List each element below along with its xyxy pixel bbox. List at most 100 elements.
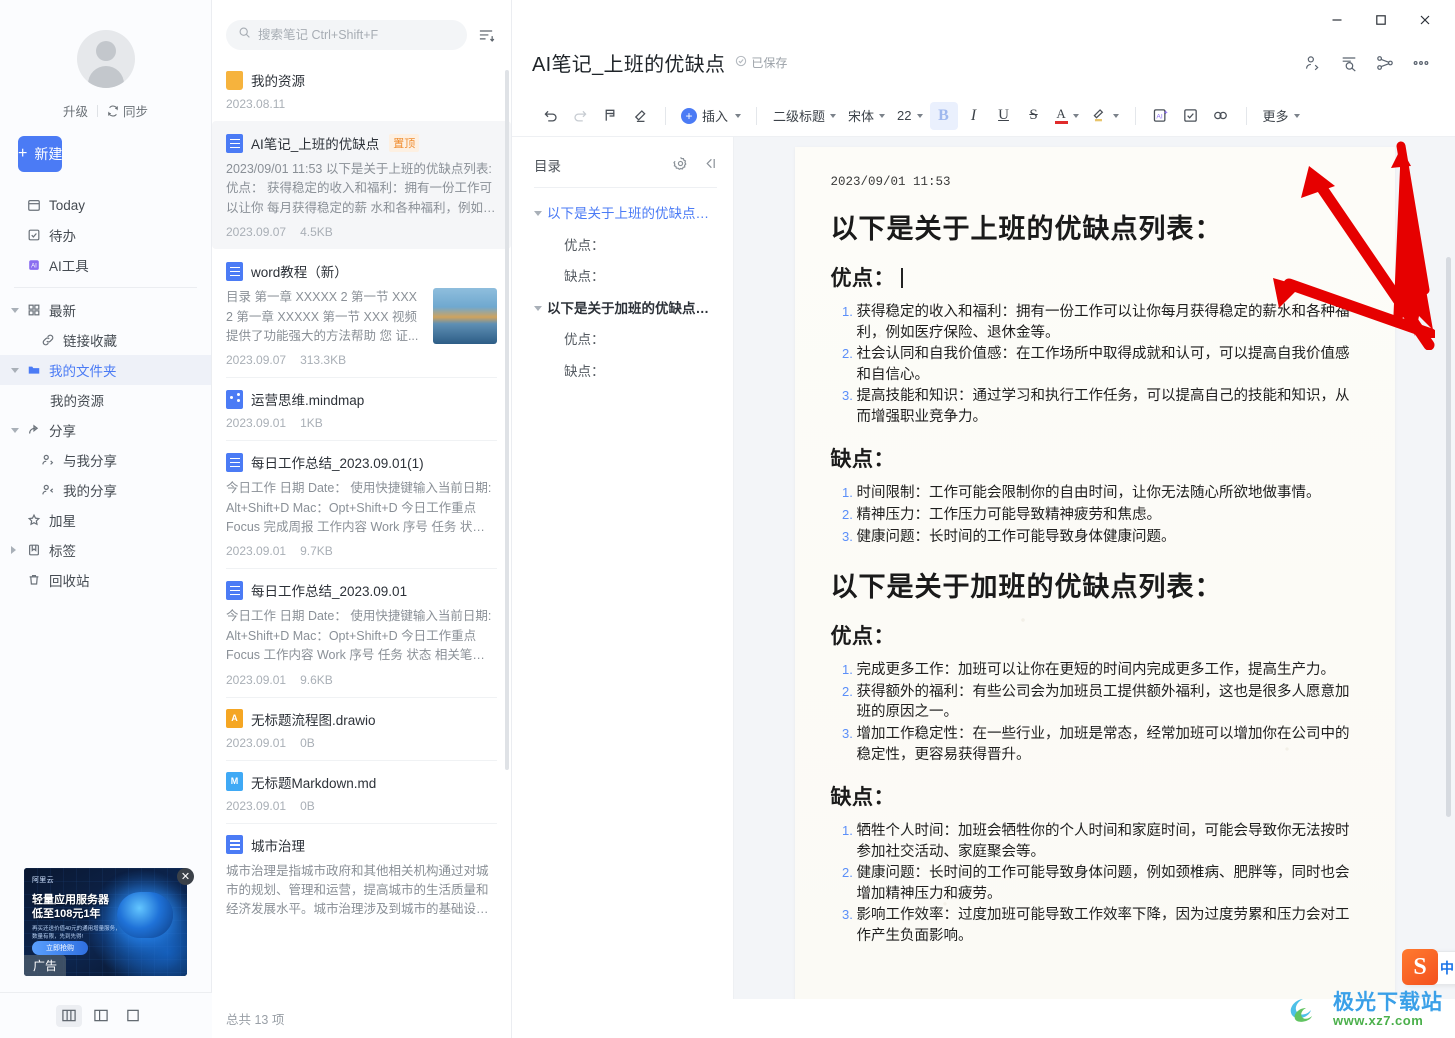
layout-single-pane-button[interactable]: [120, 1005, 146, 1027]
highlight-button[interactable]: [1086, 102, 1124, 130]
list-item[interactable]: 我的资源 2023.08.11: [212, 58, 511, 121]
layout-two-pane-button[interactable]: [88, 1005, 114, 1027]
chevron-down-icon[interactable]: [534, 211, 542, 216]
layout-toggle-bar: [0, 992, 212, 1038]
sidebar-item-ai-tools[interactable]: AI AI工具: [0, 250, 211, 280]
sidebar-item-my-folder[interactable]: 我的文件夹: [0, 355, 211, 385]
sidebar-item-share[interactable]: 分享: [0, 415, 211, 445]
find-in-doc-icon[interactable]: [1339, 53, 1359, 73]
sidebar-item-latest[interactable]: 最新: [0, 295, 211, 325]
sidebar-item-starred[interactable]: 加星: [0, 505, 211, 535]
font-color-button[interactable]: A: [1050, 102, 1084, 130]
search-input[interactable]: [258, 28, 455, 42]
sidebar-item-tags[interactable]: 标签: [0, 535, 211, 565]
sidebar-nav: Today 待办 AI AI工具 最新 链接收藏 我的文件夹 我的资源 分享 与…: [0, 190, 211, 595]
page-scroll-area[interactable]: 2023/09/01 11:53 以下是关于上班的优缺点列表： 优点： 获得稳定…: [734, 137, 1455, 999]
undo-icon[interactable]: [536, 102, 564, 130]
clear-format-icon[interactable]: [626, 102, 654, 130]
outline-item[interactable]: 缺点：: [534, 356, 717, 388]
list-item[interactable]: word教程（新） 目录 第一章 XXXXX 2 第一节 XXX 2 第一章 X…: [212, 249, 511, 377]
ad-headline: 轻量应用服务器 低至108元1年: [32, 894, 109, 920]
format-painter-icon[interactable]: [596, 102, 624, 130]
list-item[interactable]: AI笔记_上班的优缺点 置顶 2023/09/01 11:53 以下是关于上班的…: [212, 121, 511, 250]
ai-assist-icon[interactable]: AI: [1147, 102, 1175, 130]
ad-cta-button[interactable]: 立即抢购: [32, 941, 88, 955]
search-icon: [238, 26, 251, 44]
close-button[interactable]: [1403, 3, 1447, 37]
todo-checkbox-icon[interactable]: [1177, 102, 1205, 130]
sidebar-item-today[interactable]: Today: [0, 190, 211, 220]
font-size-select[interactable]: 22: [892, 102, 927, 130]
insert-button[interactable]: + 插入: [677, 102, 745, 130]
more-tools-button[interactable]: 更多: [1258, 102, 1305, 130]
outline-header: 目录: [534, 155, 717, 175]
sidebar-item-todo[interactable]: 待办: [0, 220, 211, 250]
chevron-right-icon[interactable]: [11, 546, 16, 554]
note-meta: 2023.09.01 9.7KB: [226, 544, 497, 558]
search-box[interactable]: [226, 20, 467, 50]
outline-item[interactable]: 缺点：: [534, 261, 717, 293]
italic-button[interactable]: I: [960, 102, 988, 130]
redo-icon[interactable]: [566, 102, 594, 130]
ad-close-icon[interactable]: ✕: [177, 868, 194, 885]
font-family-select[interactable]: 宋体: [843, 102, 890, 130]
list-item[interactable]: 无标题流程图.drawio 2023.09.01 0B: [212, 696, 511, 760]
chevron-down-icon[interactable]: [1072, 113, 1079, 118]
chevron-down-icon: [830, 113, 837, 118]
sidebar-item-link-favorites[interactable]: 链接收藏: [0, 325, 211, 355]
heading-style-select[interactable]: 二级标题: [768, 102, 841, 130]
link-icon[interactable]: [1207, 102, 1235, 130]
chevron-down-icon[interactable]: [534, 305, 542, 311]
ime-lang-mode[interactable]: 中: [1440, 958, 1454, 978]
underline-button[interactable]: U: [990, 102, 1018, 130]
outline-item[interactable]: 以下是关于上班的优缺点…: [534, 198, 717, 230]
gear-icon[interactable]: [673, 156, 688, 174]
outline-item[interactable]: 优点：: [534, 324, 717, 356]
sogou-logo-icon[interactable]: S: [1402, 949, 1438, 985]
document-page[interactable]: 2023/09/01 11:53 以下是关于上班的优缺点列表： 优点： 获得稳定…: [795, 147, 1395, 999]
maximize-button[interactable]: [1359, 3, 1403, 37]
outline-item[interactable]: 以下是关于加班的优缺点…: [534, 293, 717, 325]
page-title[interactable]: AI笔记_上班的优缺点: [532, 48, 725, 77]
sync-button[interactable]: 同步: [107, 101, 148, 120]
outline-item[interactable]: 优点：: [534, 230, 717, 262]
note-list-scrollbar[interactable]: [505, 70, 509, 770]
list-item[interactable]: 城市治理 城市治理是指城市政府和其他相关机构通过对城市的规划、管理和运营，提高城…: [212, 822, 511, 930]
collapse-left-icon[interactable]: [702, 156, 717, 174]
sidebar-item-my-resources[interactable]: 我的资源: [0, 385, 211, 415]
list-item[interactable]: 无标题Markdown.md 2023.09.01 0B: [212, 759, 511, 823]
sidebar-item-shared-with-me[interactable]: 与我分享: [0, 445, 211, 475]
document-icon: [226, 261, 243, 281]
chevron-down-icon[interactable]: [11, 307, 19, 313]
strikethrough-button[interactable]: S: [1020, 102, 1048, 130]
chevron-down-icon[interactable]: [11, 367, 19, 373]
sidebar-item-my-shares[interactable]: 我的分享: [0, 475, 211, 505]
share-user-icon[interactable]: [1303, 53, 1323, 73]
chevron-down-icon[interactable]: [1112, 113, 1119, 118]
layout-three-pane-button[interactable]: [56, 1004, 82, 1027]
more-icon[interactable]: [1411, 53, 1431, 73]
mindmap-icon[interactable]: [1375, 53, 1395, 73]
new-note-button[interactable]: + 新建: [18, 136, 63, 172]
tag-icon: [26, 543, 41, 558]
font-size-label: 22: [897, 108, 912, 123]
document-heading-2: 缺点：: [830, 785, 895, 810]
avatar[interactable]: [76, 30, 135, 88]
minimize-button[interactable]: [1315, 3, 1359, 37]
list-item[interactable]: 运营思维.mindmap 2023.09.01 1KB: [212, 377, 511, 440]
list-item[interactable]: 每日工作总结_2023.09.01(1) 今日工作 日期 Date： 使用快捷键…: [212, 440, 511, 568]
outline-item-label: 优点：: [564, 332, 605, 348]
sidebar-item-label: 我的文件夹: [49, 364, 117, 379]
sidebar-item-recycle-bin[interactable]: 回收站: [0, 565, 211, 595]
bold-button[interactable]: B: [929, 101, 958, 130]
ime-toolbar: S 中 °,: [1402, 949, 1455, 985]
sidebar-item-label: 我的资源: [50, 394, 104, 409]
document-heading-1: 以下是关于加班的优缺点列表：: [830, 572, 1223, 603]
list-item[interactable]: 每日工作总结_2023.09.01 今日工作 日期 Date： 使用快捷键输入当…: [212, 568, 511, 696]
page-scrollbar[interactable]: [1446, 257, 1451, 817]
sort-button[interactable]: [475, 24, 497, 46]
ad-banner[interactable]: 阿里云 轻量应用服务器 低至108元1年 再买还送价值40元的通用增量服务， 数…: [24, 868, 187, 976]
upgrade-link[interactable]: 升级: [63, 101, 88, 120]
chevron-down-icon[interactable]: [11, 427, 19, 433]
list-item: 增加工作稳定性：在一些行业，加班是常态，经常加班可以增加你在公司中的稳定性，更容…: [857, 724, 1359, 765]
